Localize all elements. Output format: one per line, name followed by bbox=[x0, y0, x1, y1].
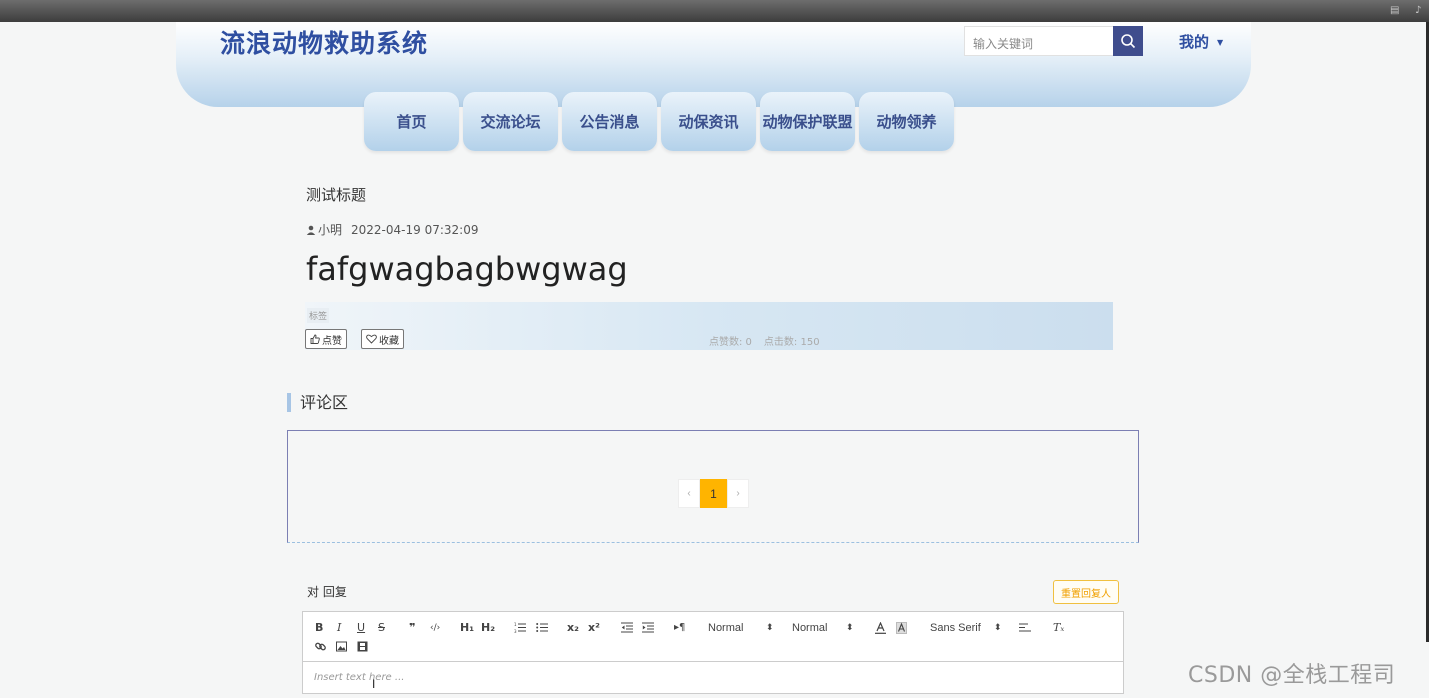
editor-toolbar: B I U S ❞ ‹/› H₁ H₂ 13 x₂ x² ▸¶ Normal⬍ bbox=[303, 612, 1123, 662]
select-arrows-icon: ⬍ bbox=[846, 622, 854, 632]
comments-area: ‹ 1 › bbox=[287, 430, 1139, 543]
underline-button[interactable]: U bbox=[357, 622, 365, 634]
image-icon[interactable] bbox=[336, 641, 347, 652]
thumbs-up-icon bbox=[310, 334, 320, 344]
indent-icon[interactable] bbox=[642, 622, 654, 633]
blockquote-button[interactable]: ❞ bbox=[409, 622, 415, 634]
align-icon[interactable] bbox=[1019, 622, 1031, 633]
window-menu-icon[interactable]: ▤ bbox=[1390, 5, 1402, 16]
text-cursor-icon: I bbox=[372, 677, 376, 691]
favorite-label: 收藏 bbox=[379, 335, 399, 347]
search-input[interactable]: 输入关键词 bbox=[964, 26, 1114, 56]
comments-heading: 评论区 bbox=[287, 393, 348, 412]
subscript-button[interactable]: x₂ bbox=[567, 622, 579, 634]
nav-item-news[interactable]: 动保资讯 bbox=[661, 92, 756, 151]
svg-text:3: 3 bbox=[514, 629, 517, 633]
link-icon[interactable] bbox=[315, 641, 326, 652]
nav-item-announcements[interactable]: 公告消息 bbox=[562, 92, 657, 151]
heart-icon bbox=[366, 334, 377, 344]
video-icon[interactable] bbox=[357, 641, 368, 652]
search-button[interactable] bbox=[1113, 26, 1143, 56]
header-select-value: Normal bbox=[708, 622, 744, 634]
click-count: 点击数: 150 bbox=[763, 337, 820, 348]
background-color-icon[interactable] bbox=[896, 622, 907, 634]
strike-button[interactable]: S bbox=[378, 622, 385, 634]
watermark: CSDN @全栈工程司 bbox=[1188, 663, 1396, 688]
header-2-button[interactable]: H₂ bbox=[481, 622, 495, 634]
post-author: 小明 bbox=[318, 223, 343, 237]
like-label: 点赞 bbox=[322, 335, 342, 347]
size-select[interactable]: Normal ⬍ bbox=[792, 622, 858, 634]
tag-label: 标签 bbox=[307, 308, 330, 323]
header-select[interactable]: Normal ⬍ bbox=[708, 622, 774, 634]
post-title: 测试标题 bbox=[306, 186, 367, 204]
text-direction-button[interactable]: ▸¶ bbox=[674, 622, 685, 634]
search-icon bbox=[1121, 34, 1136, 49]
reply-target-label: 对 回复 bbox=[307, 585, 347, 599]
code-block-button[interactable]: ‹/› bbox=[430, 622, 440, 634]
bullet-list-icon[interactable] bbox=[536, 622, 548, 633]
pagination: ‹ 1 › bbox=[678, 479, 749, 508]
text-color-icon[interactable] bbox=[875, 622, 886, 634]
size-select-value: Normal bbox=[792, 622, 828, 634]
header-1-button[interactable]: H₁ bbox=[460, 622, 474, 634]
svg-text:1: 1 bbox=[514, 622, 517, 627]
post-body: fafgwagbagbwgwag bbox=[306, 250, 628, 288]
superscript-button[interactable]: x² bbox=[588, 622, 600, 634]
select-arrows-icon: ⬍ bbox=[766, 622, 774, 632]
post-meta: 小明 2022-04-19 07:32:09 bbox=[306, 221, 478, 238]
rich-text-editor: B I U S ❞ ‹/› H₁ H₂ 13 x₂ x² ▸¶ Normal⬍ bbox=[302, 611, 1124, 694]
bold-button[interactable]: B bbox=[315, 622, 323, 634]
nav-item-home[interactable]: 首页 bbox=[364, 92, 459, 151]
caret-down-icon: ▼ bbox=[1217, 38, 1224, 47]
font-select[interactable]: Sans Serif ⬍ bbox=[930, 622, 1002, 634]
prev-page-button[interactable]: ‹ bbox=[678, 479, 700, 508]
nav-item-adoption[interactable]: 动物领养 bbox=[859, 92, 954, 151]
page-button-current[interactable]: 1 bbox=[700, 479, 727, 508]
site-title[interactable]: 流浪动物救助系统 bbox=[220, 24, 428, 60]
user-menu[interactable]: 我的 ▼ bbox=[1179, 31, 1223, 52]
nav-item-forum[interactable]: 交流论坛 bbox=[463, 92, 558, 151]
post-action-bar: 标签 点赞 收藏 点赞数: 0 点击数: 150 bbox=[305, 302, 1113, 350]
font-select-value: Sans Serif bbox=[930, 622, 981, 634]
favorite-button[interactable]: 收藏 bbox=[361, 329, 404, 349]
like-count: 点赞数: 0 bbox=[709, 337, 752, 348]
nav-item-alliance[interactable]: 动物保护联盟 bbox=[760, 92, 855, 151]
outdent-icon[interactable] bbox=[621, 622, 633, 633]
clear-format-button[interactable]: Tₓ bbox=[1053, 622, 1064, 634]
reset-reply-button[interactable]: 重置回复人 bbox=[1053, 580, 1119, 604]
ordered-list-icon[interactable]: 13 bbox=[514, 622, 526, 633]
window-title-bar: ▤ ♪ bbox=[0, 0, 1429, 22]
select-arrows-icon: ⬍ bbox=[994, 622, 1002, 632]
user-menu-label: 我的 bbox=[1179, 33, 1210, 51]
window-sound-icon[interactable]: ♪ bbox=[1415, 5, 1427, 16]
main-nav: 首页 交流论坛 公告消息 动保资讯 动物保护联盟 动物领养 bbox=[364, 92, 954, 151]
post-stats: 点赞数: 0 点击数: 150 bbox=[709, 333, 820, 348]
user-icon bbox=[306, 225, 316, 235]
editor-input[interactable]: Insert text here ... bbox=[314, 672, 404, 683]
post-date: 2022-04-19 07:32:09 bbox=[351, 222, 479, 237]
next-page-button[interactable]: › bbox=[727, 479, 749, 508]
italic-button[interactable]: I bbox=[337, 622, 341, 634]
like-button[interactable]: 点赞 bbox=[305, 329, 347, 349]
